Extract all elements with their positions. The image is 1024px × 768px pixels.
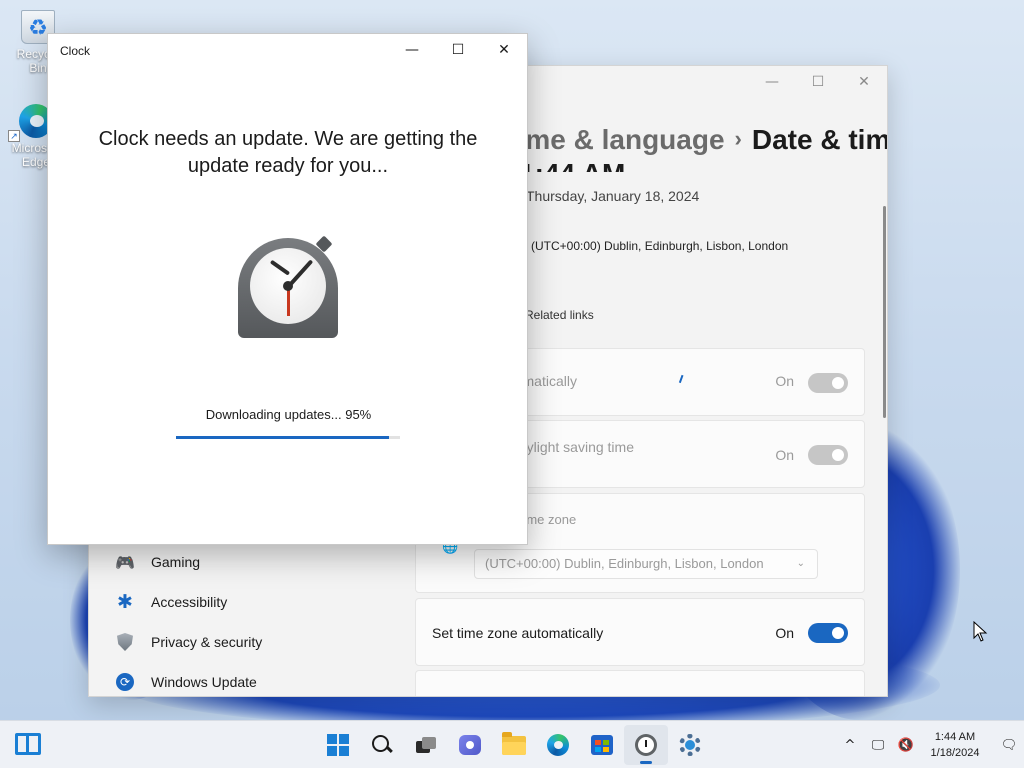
chat-icon xyxy=(459,735,481,755)
clock-icon xyxy=(635,734,657,756)
taskbar-pinned-apps xyxy=(316,721,712,768)
setting-card xyxy=(415,670,865,696)
time-zone-select-value: (UTC+00:00) Dublin, Edinburgh, Lisbon, L… xyxy=(485,556,764,571)
setting-set-time-zone-automatically: Set time zone automatically On xyxy=(415,598,865,666)
task-view-icon xyxy=(416,737,436,753)
volume-muted-icon[interactable]: 🔇 xyxy=(894,733,918,757)
gamepad-icon: 🎮 xyxy=(115,552,135,572)
maximize-button[interactable]: ☐ xyxy=(795,66,841,98)
toggle-state: On xyxy=(775,373,794,389)
breadcrumb-parent[interactable]: Time & language xyxy=(501,124,725,155)
tray-date: 1/18/2024 xyxy=(930,747,980,759)
nav-item-windows-update[interactable]: ⟳ Windows Update xyxy=(105,662,405,696)
set-time-automatically-toggle[interactable] xyxy=(808,373,848,393)
tray-clock[interactable]: 1:44 AM 1/18/2024 xyxy=(924,729,986,761)
chevron-right-icon: › xyxy=(734,126,742,151)
nav-item-privacy-security[interactable]: Privacy & security xyxy=(105,622,405,662)
shortcut-arrow-icon: ↗ xyxy=(8,130,20,142)
gear-icon xyxy=(679,734,701,756)
mouse-cursor-icon xyxy=(973,621,988,642)
taskbar: ^ 🖵 🔇 1:44 AM 1/18/2024 🗨 xyxy=(0,720,1024,768)
windows-update-icon: ⟳ xyxy=(115,672,135,692)
close-button[interactable]: ✕ xyxy=(481,34,527,66)
start-button[interactable] xyxy=(316,725,360,765)
search-icon xyxy=(372,735,392,755)
notification-icon[interactable]: 🗨 xyxy=(996,733,1022,757)
search-button[interactable] xyxy=(360,725,404,765)
folder-icon xyxy=(502,731,526,755)
clock-app-icon xyxy=(238,234,338,338)
network-icon[interactable]: 🖵 xyxy=(866,733,890,757)
widgets-icon[interactable] xyxy=(15,733,41,755)
nav-item-label: Accessibility xyxy=(151,594,228,610)
edge-button[interactable] xyxy=(536,725,580,765)
settings-nav: 🎮 Gaming ✱ Accessibility Privacy & secur… xyxy=(105,542,405,696)
nav-item-label: Privacy & security xyxy=(151,634,263,650)
current-time: 1:44 AM xyxy=(519,158,625,172)
shield-icon xyxy=(115,632,135,652)
nav-item-label: Windows Update xyxy=(151,674,257,690)
accessibility-icon: ✱ xyxy=(117,591,133,613)
update-message: Clock needs an update. We are getting th… xyxy=(98,128,478,177)
close-button[interactable]: ✕ xyxy=(841,66,887,98)
nav-item-accessibility[interactable]: ✱ Accessibility xyxy=(105,582,405,622)
current-date: Thursday, January 18, 2024 xyxy=(526,188,700,204)
minimize-button[interactable]: — xyxy=(389,34,435,66)
window-title: Clock xyxy=(60,44,91,58)
loading-spinner-icon xyxy=(678,374,690,386)
maximize-button[interactable]: ☐ xyxy=(435,34,481,66)
minimize-button[interactable]: — xyxy=(749,66,795,98)
daylight-saving-toggle[interactable] xyxy=(808,445,848,465)
download-progress-bar xyxy=(176,436,400,439)
download-progress-fill xyxy=(176,436,389,439)
clock-window: Clock — ☐ ✕ Clock needs an update. We ar… xyxy=(47,33,528,545)
time-zone-select[interactable]: (UTC+00:00) Dublin, Edinburgh, Lisbon, L… xyxy=(474,549,818,579)
window-caption-buttons: — ☐ ✕ xyxy=(389,34,527,66)
chevron-up-icon[interactable]: ^ xyxy=(838,733,862,757)
settings-taskbar-button[interactable] xyxy=(668,725,712,765)
chat-button[interactable] xyxy=(448,725,492,765)
nav-item-gaming[interactable]: 🎮 Gaming xyxy=(105,542,405,582)
task-view-button[interactable] xyxy=(404,725,448,765)
chevron-down-icon: ⌄ xyxy=(796,558,805,569)
page-title: Date & time xyxy=(751,124,888,155)
download-progress-text: Downloading updates... 95% xyxy=(205,407,372,422)
tray-time: 1:44 AM xyxy=(934,731,976,743)
system-tray: ^ 🖵 🔇 1:44 AM 1/18/2024 🗨 xyxy=(836,721,1024,768)
section-heading: Related links xyxy=(525,308,594,322)
setting-label: Set time zone automatically xyxy=(432,625,604,641)
toggle-state: On xyxy=(775,625,794,641)
scrollbar[interactable] xyxy=(883,206,886,418)
breadcrumb: Time & language › Date & time xyxy=(501,124,888,156)
file-explorer-button[interactable] xyxy=(492,725,536,765)
set-time-zone-automatically-toggle[interactable] xyxy=(808,623,848,643)
windows-start-icon xyxy=(327,734,349,756)
nav-item-label: Gaming xyxy=(151,554,201,570)
current-timezone: (UTC+00:00) Dublin, Edinburgh, Lisbon, L… xyxy=(531,239,789,253)
store-button[interactable] xyxy=(580,725,624,765)
toggle-state: On xyxy=(775,447,794,463)
clock-taskbar-button[interactable] xyxy=(624,725,668,765)
edge-icon xyxy=(547,734,569,756)
window-caption-buttons: — ☐ ✕ xyxy=(749,66,887,98)
store-icon xyxy=(591,735,613,755)
